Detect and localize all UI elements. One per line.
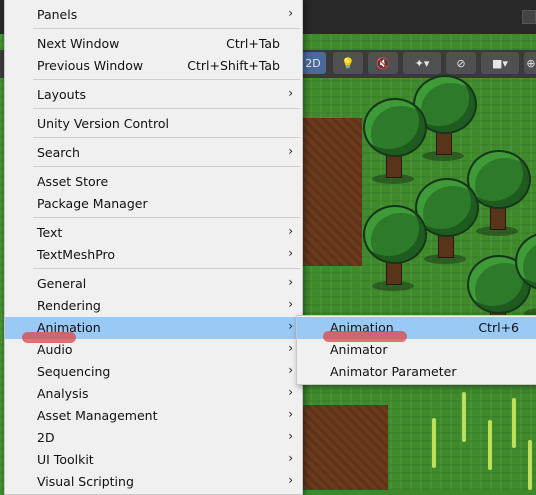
lighting-icon[interactable]: 💡 bbox=[333, 52, 363, 74]
chevron-right-icon: › bbox=[288, 363, 293, 377]
visibility-icon[interactable]: ⊘ bbox=[446, 52, 476, 74]
chevron-right-icon: › bbox=[288, 319, 293, 333]
annotation-underline bbox=[22, 332, 76, 343]
menu-item-analysis[interactable]: Analysis › bbox=[5, 383, 302, 405]
wheat-sprite bbox=[432, 418, 436, 468]
chevron-right-icon: › bbox=[288, 275, 293, 289]
gizmos-icon[interactable]: ⊕ bbox=[524, 52, 536, 74]
menu-item-asset-store[interactable]: Asset Store bbox=[5, 171, 302, 193]
menu-item-sequencing[interactable]: Sequencing › bbox=[5, 361, 302, 383]
chevron-right-icon: › bbox=[288, 407, 293, 421]
window-menu: Panels › Next Window Ctrl+Tab Previous Win… bbox=[4, 0, 303, 495]
toggle-2d-label: 2D bbox=[305, 56, 321, 70]
chevron-right-icon: › bbox=[288, 429, 293, 443]
submenu-item-animator[interactable]: Animator bbox=[297, 339, 536, 361]
chevron-right-icon: › bbox=[288, 224, 293, 238]
audio-mute-icon[interactable]: 🔇 bbox=[368, 52, 398, 74]
chevron-right-icon: › bbox=[288, 341, 293, 355]
menu-item-rendering[interactable]: Rendering › bbox=[5, 295, 302, 317]
camera-icon[interactable]: ■▾ bbox=[481, 52, 519, 74]
menu-separator bbox=[33, 137, 300, 138]
dirt-patch bbox=[300, 405, 388, 490]
menu-item-text[interactable]: Text › bbox=[5, 222, 302, 244]
chevron-right-icon: › bbox=[288, 6, 293, 20]
menu-separator bbox=[33, 166, 300, 167]
wheat-sprite bbox=[512, 398, 516, 448]
wheat-sprite bbox=[488, 420, 492, 470]
menu-item-previous-window[interactable]: Previous Window Ctrl+Shift+Tab bbox=[5, 55, 302, 77]
chevron-right-icon: › bbox=[288, 246, 293, 260]
menu-item-layouts[interactable]: Layouts › bbox=[5, 84, 302, 106]
tree-sprite bbox=[510, 232, 536, 322]
menu-item-2d[interactable]: 2D › bbox=[5, 427, 302, 449]
menu-item-next-window[interactable]: Next Window Ctrl+Tab bbox=[5, 33, 302, 55]
menu-item-asset-management[interactable]: Asset Management › bbox=[5, 405, 302, 427]
menu-separator bbox=[33, 79, 300, 80]
submenu-item-animator-parameter[interactable]: Animator Parameter bbox=[297, 361, 536, 383]
menu-item-panels[interactable]: Panels › bbox=[5, 4, 302, 26]
tree-sprite bbox=[358, 98, 428, 188]
menu-item-unity-version-control[interactable]: Unity Version Control bbox=[5, 113, 302, 135]
effects-icon[interactable]: ✦▾ bbox=[403, 52, 441, 74]
toggle-2d-button[interactable]: 2D bbox=[300, 52, 326, 74]
chevron-right-icon: › bbox=[288, 144, 293, 158]
menu-item-package-manager[interactable]: Package Manager bbox=[5, 193, 302, 215]
animation-submenu: Animation Ctrl+6 Animator Animator Parame… bbox=[296, 315, 536, 385]
menu-item-general[interactable]: General › bbox=[5, 273, 302, 295]
menu-separator bbox=[33, 28, 300, 29]
chevron-right-icon: › bbox=[288, 385, 293, 399]
menu-separator bbox=[33, 217, 300, 218]
chevron-right-icon: › bbox=[288, 473, 293, 487]
annotation-underline bbox=[323, 331, 407, 342]
chevron-right-icon: › bbox=[288, 451, 293, 465]
menu-item-ui-toolkit[interactable]: UI Toolkit › bbox=[5, 449, 302, 471]
menu-item-search[interactable]: Search › bbox=[5, 142, 302, 164]
menu-item-textmeshpro[interactable]: TextMeshPro › bbox=[5, 244, 302, 266]
chevron-right-icon: › bbox=[288, 86, 293, 100]
window-control-icon[interactable] bbox=[522, 10, 536, 24]
chevron-right-icon: › bbox=[288, 297, 293, 311]
menu-separator bbox=[33, 268, 300, 269]
wheat-sprite bbox=[462, 392, 466, 442]
dirt-patch bbox=[300, 118, 362, 266]
menu-separator bbox=[33, 108, 300, 109]
wheat-sprite bbox=[528, 440, 532, 490]
tree-sprite bbox=[358, 205, 428, 295]
